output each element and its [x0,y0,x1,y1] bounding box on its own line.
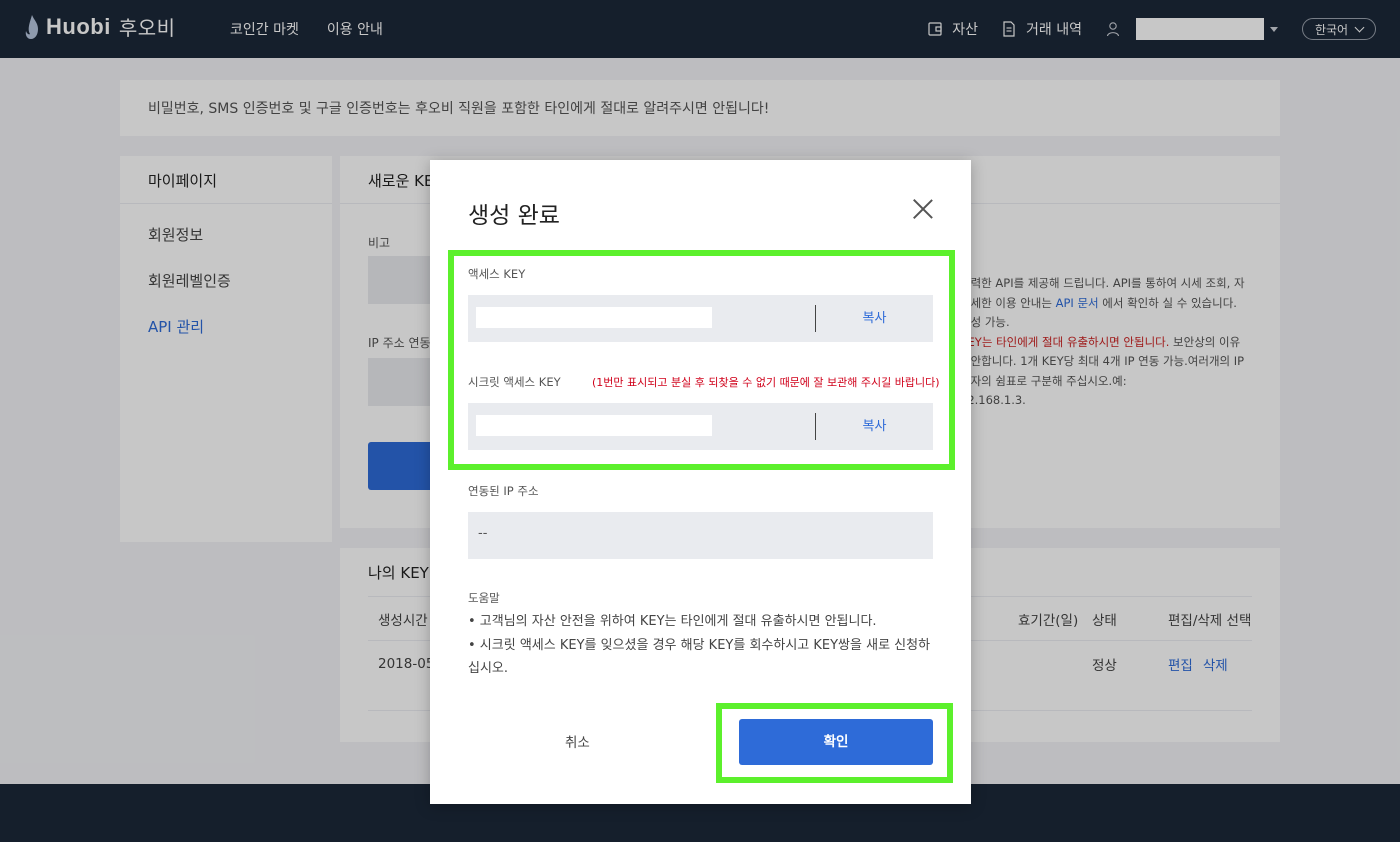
linked-ip-label: 연동된 IP 주소 [468,484,539,498]
linked-ip-field: -- [468,512,933,559]
creation-complete-modal: 생성 완료 액세스 KEY 복사 시크릿 액세스 KEY (1번만 표시되고 분… [430,160,971,804]
highlight-box-keys [448,250,955,470]
help-title: 도움말 [468,591,500,605]
help-item: • 고객님의 자산 안전을 위하여 KEY는 타인에게 절대 유출하시면 안됩니… [468,614,877,629]
modal-title: 생성 완료 [468,203,560,229]
linked-ip-value: -- [478,526,488,541]
highlight-box-confirm [716,703,953,783]
help-item: • 시크릿 액세스 KEY를 잊으셨을 경우 해당 KEY를 회수하시고 KEY… [468,638,931,676]
cancel-button[interactable]: 취소 [565,731,590,751]
close-icon[interactable] [912,198,934,220]
